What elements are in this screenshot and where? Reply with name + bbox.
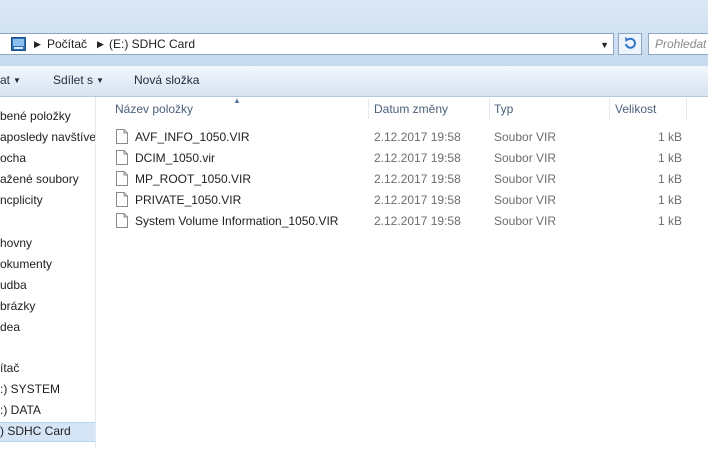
table-row[interactable]: System Volume Information_1050.VIR 2.12.… [96, 211, 708, 232]
column-header-size[interactable]: Velikost [615, 97, 656, 121]
nav-item-documents[interactable]: okumenty [0, 257, 52, 271]
nav-item-drive-sdhc[interactable]: ) SDHC Card [0, 424, 71, 438]
chevron-down-icon: ▼ [96, 76, 104, 85]
toolbar-item-first[interactable]: at ▼ [0, 73, 21, 87]
toolbar-item-label: at [0, 73, 11, 87]
file-date: 2.12.2017 19:58 [374, 193, 461, 207]
table-row[interactable]: AVF_INFO_1050.VIR 2.12.2017 19:58 Soubor… [96, 127, 708, 148]
nav-item-pictures[interactable]: brázky [0, 299, 35, 313]
breadcrumb-arrow-icon[interactable]: ▶ [34, 39, 41, 50]
file-type: Soubor VIR [494, 130, 557, 144]
chevron-down-icon: ▼ [13, 76, 21, 85]
column-header-date[interactable]: Datum změny [374, 97, 448, 121]
refresh-button[interactable] [618, 33, 642, 55]
file-icon [116, 171, 128, 186]
column-separator[interactable] [489, 99, 490, 119]
file-list: ▲ Název položky Datum změny Typ Velikost… [96, 96, 708, 449]
file-size: 1 kB [657, 172, 682, 186]
nav-item-ncplicity[interactable]: ncplicity [0, 193, 43, 207]
file-date: 2.12.2017 19:58 [374, 172, 461, 186]
file-size: 1 kB [657, 214, 682, 228]
column-separator[interactable] [686, 99, 687, 119]
toolbar-item-label: Sdílet s [53, 73, 94, 87]
column-separator[interactable] [368, 99, 369, 119]
chevron-down-icon[interactable]: ▼ [600, 40, 609, 50]
nav-item-drive-system[interactable]: :) SYSTEM [0, 382, 60, 396]
file-date: 2.12.2017 19:58 [374, 151, 461, 165]
file-type: Soubor VIR [494, 172, 557, 186]
file-type: Soubor VIR [494, 193, 557, 207]
table-row[interactable]: PRIVATE_1050.VIR 2.12.2017 19:58 Soubor … [96, 190, 708, 211]
search-input[interactable]: Prohledat [648, 33, 708, 55]
file-type: Soubor VIR [494, 214, 557, 228]
file-size: 1 kB [657, 151, 682, 165]
drive-icon [11, 37, 26, 51]
breadcrumb-drive[interactable]: (E:) SDHC Card [109, 37, 195, 51]
file-name: AVF_INFO_1050.VIR [135, 130, 250, 144]
column-separator[interactable] [609, 99, 610, 119]
nav-item-music[interactable]: udba [0, 278, 27, 292]
file-icon [116, 150, 128, 165]
share-with-button[interactable]: Sdílet s ▼ [53, 73, 104, 87]
file-icon [116, 213, 128, 228]
sort-ascending-icon: ▲ [233, 96, 241, 105]
nav-item-computer[interactable]: ítač [0, 361, 19, 375]
breadcrumb-arrow-icon[interactable]: ▶ [97, 39, 104, 50]
column-header-type[interactable]: Typ [494, 97, 513, 121]
refresh-icon [623, 36, 638, 54]
file-name: MP_ROOT_1050.VIR [135, 172, 252, 186]
file-type: Soubor VIR [494, 151, 557, 165]
file-icon [116, 192, 128, 207]
navigation-pane: bené položky aposledy navštíver ocha aže… [0, 97, 96, 449]
file-date: 2.12.2017 19:58 [374, 214, 461, 228]
command-toolbar: at ▼ Sdílet s ▼ Nová složka [0, 66, 708, 97]
address-bar[interactable]: ▶ Počítač ▶ (E:) SDHC Card ▼ [0, 33, 614, 55]
new-folder-button[interactable]: Nová složka [134, 73, 199, 87]
file-name: DCIM_1050.vir [135, 151, 216, 165]
nav-item-desktop[interactable]: ocha [0, 151, 26, 165]
table-row[interactable]: MP_ROOT_1050.VIR 2.12.2017 19:58 Soubor … [96, 169, 708, 190]
file-name: PRIVATE_1050.VIR [135, 193, 242, 207]
file-icon [116, 129, 128, 144]
file-date: 2.12.2017 19:58 [374, 130, 461, 144]
nav-item-drive-data[interactable]: :) DATA [0, 403, 41, 417]
nav-item-libraries[interactable]: hovny [0, 236, 32, 250]
nav-item-favorites[interactable]: bené položky [0, 109, 71, 123]
file-size: 1 kB [657, 130, 682, 144]
column-header-name[interactable]: Název položky [115, 97, 193, 121]
nav-item-videos[interactable]: dea [0, 320, 20, 334]
nav-item-downloads[interactable]: ažené soubory [0, 172, 79, 186]
table-row[interactable]: DCIM_1050.vir 2.12.2017 19:58 Soubor VIR… [96, 148, 708, 169]
file-name: System Volume Information_1050.VIR [135, 214, 339, 228]
address-bar-area: ▶ Počítač ▶ (E:) SDHC Card ▼ Prohledat [0, 0, 708, 66]
nav-item-recent-places[interactable]: aposledy navštíver [0, 130, 95, 144]
breadcrumb-computer[interactable]: Počítač [47, 37, 87, 51]
file-size: 1 kB [657, 193, 682, 207]
